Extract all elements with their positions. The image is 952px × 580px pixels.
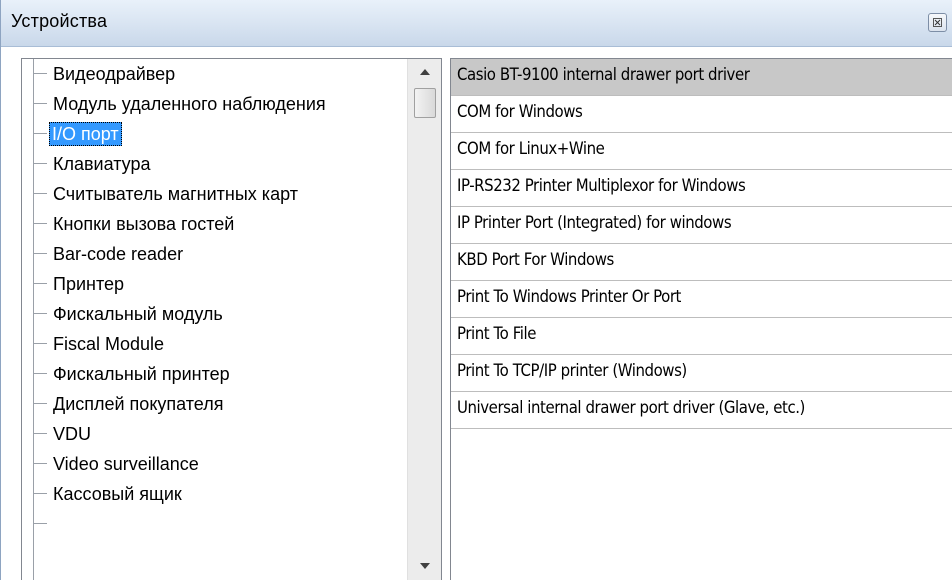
tree-item-label: Кнопки вызова гостей	[53, 214, 235, 234]
tree-item-label: Модуль удаленного наблюдения	[53, 94, 326, 114]
tree-item-label-selected: I/O порт	[49, 122, 122, 146]
tree-item[interactable]: Модуль удаленного наблюдения	[22, 89, 407, 119]
tree-item[interactable]: Принтер	[22, 269, 407, 299]
tree-item[interactable]: Считыватель магнитных карт	[22, 179, 407, 209]
tree-item-label: Дисплей покупателя	[53, 394, 224, 414]
tree-item[interactable]: I/O порт	[22, 119, 407, 149]
tree-item-label: VDU	[53, 424, 92, 444]
scroll-thumb[interactable]	[414, 88, 436, 118]
list-item-selected[interactable]: Casio BT-9100 internal drawer port drive…	[451, 59, 952, 96]
tree-item-label: Кассовый ящик	[53, 484, 182, 504]
tree-branch	[33, 463, 47, 464]
close-button[interactable]	[928, 13, 947, 32]
list-item-label: IP-RS232 Printer Multiplexor for Windows	[457, 176, 746, 196]
tree-item[interactable]: Video surveillance	[22, 449, 407, 479]
tree-scrollbar[interactable]	[407, 59, 441, 580]
devices-window: Устройства Видеодрайвер Модуль удаленног…	[0, 0, 952, 580]
list-item[interactable]: Print To Windows Printer Or Port	[451, 281, 952, 318]
tree-branch	[33, 283, 47, 284]
list-item[interactable]: COM for Linux+Wine	[451, 133, 952, 170]
tree-item[interactable]: Фискальный модуль	[22, 299, 407, 329]
list-item-label: Print To Windows Printer Or Port	[457, 287, 681, 307]
list-item-label: Casio BT-9100 internal drawer port drive…	[457, 65, 750, 85]
arrow-down-icon	[420, 563, 430, 569]
tree-branch	[33, 373, 47, 374]
list-item-label: Universal internal drawer port driver (G…	[457, 398, 805, 418]
tree-branch	[33, 493, 47, 494]
list-item[interactable]: Print To File	[451, 318, 952, 355]
tree-branch	[33, 523, 47, 524]
list-item-label: Print To TCP/IP printer (Windows)	[457, 361, 687, 381]
list-item-label: KBD Port For Windows	[457, 250, 614, 270]
device-tree[interactable]: Видеодрайвер Модуль удаленного наблюдени…	[21, 58, 442, 580]
tree-branch	[33, 433, 47, 434]
window-title: Устройства	[11, 11, 108, 31]
tree-item[interactable]: Fiscal Module	[22, 329, 407, 359]
tree-item[interactable]: VDU	[22, 419, 407, 449]
tree-item[interactable]: Кнопки вызова гостей	[22, 209, 407, 239]
tree-item[interactable]: Фискальный принтер	[22, 359, 407, 389]
tree-item-label: Фискальный модуль	[53, 304, 223, 324]
list-item[interactable]: IP Printer Port (Integrated) for windows	[451, 207, 952, 244]
tree-branch	[33, 163, 47, 164]
tree-item-label: Video surveillance	[53, 454, 199, 474]
tree-item-label: Bar-code reader	[53, 244, 184, 264]
tree-item-partial[interactable]	[22, 509, 407, 539]
scroll-down-button[interactable]	[408, 553, 441, 580]
list-item-label: COM for Windows	[457, 102, 583, 122]
scroll-up-button[interactable]	[408, 59, 441, 87]
list-item-label: COM for Linux+Wine	[457, 139, 605, 159]
tree-branch	[33, 313, 47, 314]
tree-item[interactable]: Дисплей покупателя	[22, 389, 407, 419]
tree-branch	[33, 133, 47, 134]
title-bar[interactable]: Устройства	[1, 0, 952, 47]
tree-item-label: Fiscal Module	[53, 334, 165, 354]
list-item-label: IP Printer Port (Integrated) for windows	[457, 213, 732, 233]
tree-branch	[33, 343, 47, 344]
close-icon	[933, 18, 942, 27]
driver-list[interactable]: Casio BT-9100 internal drawer port drive…	[450, 58, 952, 580]
list-item[interactable]: IP-RS232 Printer Multiplexor for Windows	[451, 170, 952, 207]
tree-item-label: Принтер	[53, 274, 125, 294]
list-item[interactable]: KBD Port For Windows	[451, 244, 952, 281]
tree-branch	[33, 103, 47, 104]
arrow-up-icon	[420, 69, 430, 75]
list-item[interactable]: COM for Windows	[451, 96, 952, 133]
tree-item-label: Фискальный принтер	[53, 364, 230, 384]
tree-branch	[33, 253, 47, 254]
list-item-label: Print To File	[457, 324, 536, 344]
list-item[interactable]: Universal internal drawer port driver (G…	[451, 392, 952, 429]
tree-item-label: Клавиатура	[53, 154, 151, 174]
tree-branch	[33, 403, 47, 404]
tree-branch	[33, 73, 47, 74]
tree-branch	[33, 223, 47, 224]
tree-item[interactable]: Bar-code reader	[22, 239, 407, 269]
list-item[interactable]: Print To TCP/IP printer (Windows)	[451, 355, 952, 392]
tree-item[interactable]: Кассовый ящик	[22, 479, 407, 509]
tree-item[interactable]: Клавиатура	[22, 149, 407, 179]
tree-item-label: Считыватель магнитных карт	[53, 184, 298, 204]
tree-item-label: Видеодрайвер	[53, 64, 176, 84]
tree-branch	[33, 193, 47, 194]
tree-item[interactable]: Видеодрайвер	[22, 59, 407, 89]
